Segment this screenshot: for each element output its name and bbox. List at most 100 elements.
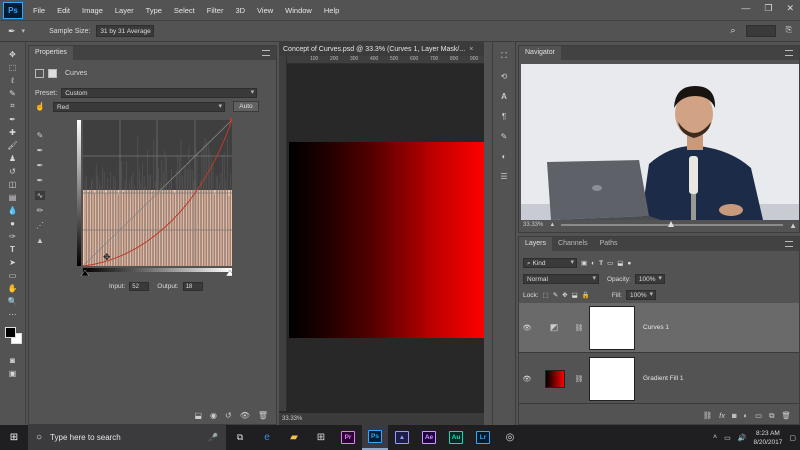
clone-stamp-icon[interactable]: ♟ [5,152,21,164]
show-hidden-icons-icon[interactable]: ˄ [713,434,717,441]
menu-edit[interactable]: Edit [51,6,76,15]
visibility-eye-icon[interactable]: 👁 [240,411,250,420]
navigator-panel-icon[interactable]: ⛶ [497,50,511,62]
layer-row[interactable]: 👁 ⛓ Gradient Fill 1 [519,354,799,404]
crop-tool-icon[interactable]: ⌗ [5,100,21,112]
marquee-tool-icon[interactable]: ⬚ [5,61,21,73]
menu-type[interactable]: Type [140,6,168,15]
menu-filter[interactable]: Filter [201,6,230,15]
obs-taskbar-app[interactable]: ◎ [497,425,523,450]
file-explorer-icon[interactable]: ▰ [281,425,307,450]
zoom-slider-knob[interactable] [667,221,674,227]
link-chain-icon[interactable]: ⛓ [573,375,585,383]
brush-tool-icon[interactable]: 🖌 [5,139,21,151]
screen-mode-icon[interactable]: ▣ [5,367,21,379]
network-icon[interactable]: ▭ [724,434,731,442]
canvas-gradient-image[interactable] [289,142,484,338]
lock-all-icon[interactable]: 🔒 [582,291,590,299]
menu-select[interactable]: Select [168,6,201,15]
menu-help[interactable]: Help [318,6,345,15]
smooth-curve-icon[interactable]: ⋰ [36,221,44,230]
fill-field[interactable]: 100% [625,290,656,300]
volume-icon[interactable]: 🔊 [738,434,747,442]
dodge-tool-icon[interactable]: ● [5,217,21,229]
filter-toggle-icon[interactable]: ● [627,260,631,267]
workspace-select[interactable] [745,25,776,37]
lock-position-icon[interactable]: ✥ [562,291,567,299]
lightroom-taskbar-app[interactable]: Lr [470,425,496,450]
tab-layers[interactable]: Layers [519,237,553,251]
healing-brush-icon[interactable]: ✚ [5,126,21,138]
minimize-icon[interactable]: — [741,3,750,14]
properties-panel-icon[interactable]: ☰ [497,170,511,182]
search-icon[interactable]: ⌕ [731,25,736,37]
navigator-zoom-value[interactable]: 33.33% [523,222,543,228]
tool-preset-chevron-icon[interactable]: ▾ [22,27,26,35]
close-document-icon[interactable]: × [469,46,473,53]
zoom-in-icon[interactable]: ▲ [789,221,797,230]
lasso-tool-icon[interactable]: ℓ [5,74,21,86]
move-tool-icon[interactable]: ✥ [5,48,21,60]
gradient-tool-icon[interactable]: ▤ [5,191,21,203]
tab-paths[interactable]: Paths [593,237,624,251]
filter-shape-icon[interactable]: ▭ [607,259,613,267]
filter-smart-icon[interactable]: ⬓ [617,259,623,267]
adjustments-panel-icon[interactable]: ◐ [497,150,511,162]
type-tool-icon[interactable]: T [5,243,21,255]
blend-mode-select[interactable]: Normal [523,274,599,284]
output-field[interactable]: 18 [182,282,203,291]
share-icon[interactable]: ⎘ [786,25,792,37]
edge-browser-icon[interactable]: e [254,425,280,450]
curves-graph-svg[interactable]: ✥ [77,118,235,277]
add-mask-icon[interactable]: ◙ [732,411,737,421]
channel-select[interactable]: Red [52,101,225,112]
document-tab[interactable]: Concept of Curves.psd @ 33.3% (Curves 1,… [279,42,484,56]
trash-icon[interactable]: 🗑 [258,411,268,420]
zoom-status[interactable]: 33.33% [279,413,484,425]
store-icon[interactable]: ⊞ [308,425,334,450]
pencil-tool-icon[interactable]: ✏ [37,206,44,215]
edit-points-icon[interactable]: ✎ [37,131,44,140]
menu-view[interactable]: View [251,6,279,15]
navigator-preview[interactable] [521,64,799,220]
close-icon[interactable]: ✕ [786,3,794,14]
menu-window[interactable]: Window [279,6,318,15]
layer-row[interactable]: 👁 ◩ ⛓ Curves 1 [519,303,799,353]
link-layers-icon[interactable]: ⛓ [703,411,713,421]
rectangle-tool-icon[interactable]: ▭ [5,269,21,281]
panel-menu-icon[interactable] [262,50,270,56]
paragraph-panel-icon[interactable]: ¶ [497,110,511,122]
tab-channels[interactable]: Channels [552,237,594,251]
character-panel-icon[interactable]: A [497,90,511,102]
preset-select[interactable]: Custom [61,88,258,98]
path-select-icon[interactable]: ➤ [5,256,21,268]
eyedropper-tool-icon[interactable]: ✒ [8,26,16,37]
blur-tool-icon[interactable]: 💧 [5,204,21,216]
reset-icon[interactable]: ↺ [225,411,232,420]
restore-icon[interactable]: ❐ [764,3,772,14]
tab-properties[interactable]: Properties [29,46,73,60]
link-chain-icon[interactable]: ⛓ [573,324,585,332]
layer-mask-thumbnail[interactable] [589,356,635,401]
photoshop-taskbar-app[interactable]: Ps [362,425,388,450]
media-encoder-taskbar-app[interactable]: ▲ [389,425,415,450]
black-point-eyedropper-icon[interactable]: ✒ [37,146,44,155]
view-previous-icon[interactable]: ◉ [210,411,217,420]
taskbar-clock[interactable]: 8:23 AM 8/20/2017 [753,429,782,447]
audition-taskbar-app[interactable]: Au [443,425,469,450]
navigator-zoom-slider[interactable] [561,221,784,227]
layer-name[interactable]: Gradient Fill 1 [643,375,683,382]
panel-menu-icon[interactable] [785,50,793,56]
lock-transparent-icon[interactable]: ⬚ [543,291,549,299]
tab-navigator[interactable]: Navigator [519,46,561,60]
more-tools-icon[interactable]: ⋯ [5,308,21,320]
new-group-icon[interactable]: ▭ [755,411,762,421]
visibility-eye-icon[interactable]: 👁 [519,375,535,383]
auto-button[interactable]: Auto [232,101,259,112]
menu-image[interactable]: Image [76,6,109,15]
clipping-warning-icon[interactable]: ▲ [36,236,44,245]
after-effects-taskbar-app[interactable]: Ae [416,425,442,450]
clip-to-layer-icon[interactable]: ⬓ [194,411,202,420]
windows-start-icon[interactable]: ⊞ [0,425,28,450]
sample-size-select[interactable]: 31 by 31 Average [96,25,155,37]
